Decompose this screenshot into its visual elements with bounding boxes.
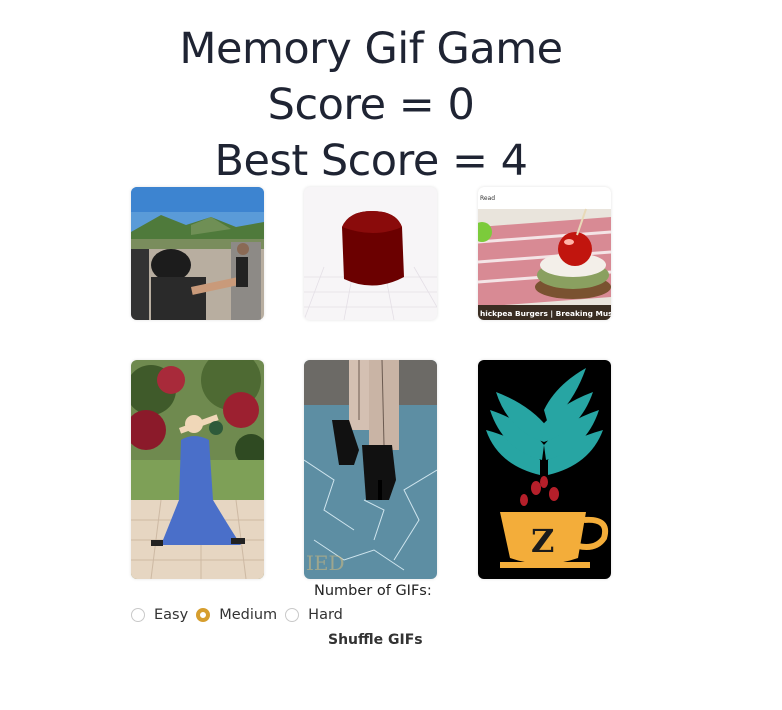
option-hard[interactable]: Hard xyxy=(285,607,343,623)
shuffle-gifs-button[interactable]: Shuffle GIFs xyxy=(328,632,423,648)
gif-card-cube[interactable] xyxy=(304,187,437,320)
number-of-gifs-label: Number of GIFs: xyxy=(314,583,432,599)
medium-label: Medium xyxy=(219,607,278,623)
gif-card-coffee[interactable]: Z xyxy=(478,360,611,579)
gif-card-burger[interactable]: Read hickpea Burgers | Breaking Muscle xyxy=(478,187,611,320)
gif-card-dress[interactable] xyxy=(131,360,264,579)
coffee-logo-image: Z xyxy=(478,360,611,579)
coffee-letter: Z xyxy=(531,522,554,560)
difficulty-options: Easy Medium Hard xyxy=(131,607,351,623)
easy-radio[interactable] xyxy=(131,608,145,622)
option-medium[interactable]: Medium xyxy=(196,607,277,623)
burger-caption: hickpea Burgers | Breaking Muscle xyxy=(480,309,611,319)
page-title: Memory Gif Game xyxy=(179,24,563,74)
hard-radio[interactable] xyxy=(285,608,300,622)
outdoor-image xyxy=(131,187,264,320)
hard-label: Hard xyxy=(308,607,343,623)
gif-card-heels[interactable]: IED xyxy=(304,360,437,579)
best-score-display: Best Score = 4 xyxy=(214,136,528,186)
cube-image xyxy=(304,187,437,320)
gif-card-outdoor[interactable] xyxy=(131,187,264,320)
heels-watermark: IED xyxy=(306,551,345,575)
score-display: Score = 0 xyxy=(267,80,475,130)
dress-image xyxy=(131,360,264,579)
medium-radio[interactable] xyxy=(196,608,211,622)
easy-label: Easy xyxy=(154,607,189,623)
burger-image: Read hickpea Burgers | Breaking Muscle xyxy=(478,187,611,320)
heels-image: IED xyxy=(304,360,437,579)
burger-top-text: Read xyxy=(480,195,495,202)
option-easy[interactable]: Easy xyxy=(131,607,188,623)
